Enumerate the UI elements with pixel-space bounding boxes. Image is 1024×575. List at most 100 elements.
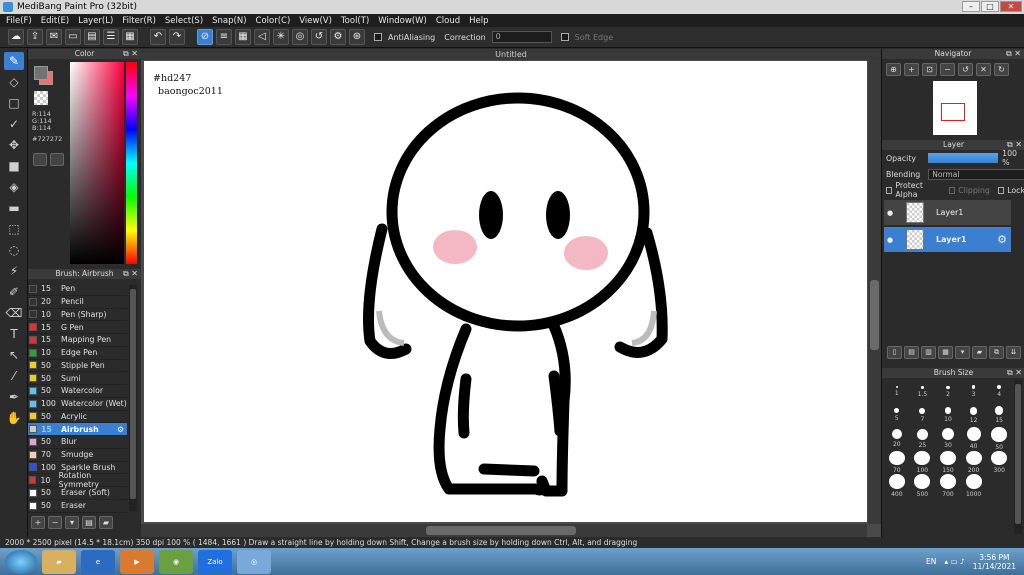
panel-controls-icon[interactable]: ⧉ ✕ — [1007, 140, 1022, 150]
panel-controls-icon[interactable]: ⧉ ✕ — [123, 49, 138, 59]
brush-size-option[interactable]: 7 — [910, 404, 936, 428]
brush-size-option[interactable]: 40 — [961, 427, 987, 451]
fit-icon[interactable]: ⊡ — [922, 63, 937, 76]
explorer-icon[interactable]: ▰ — [42, 549, 76, 574]
canvas-horizontal-scrollbar[interactable] — [141, 524, 867, 537]
layer-settings-icon[interactable]: ⚙ — [997, 233, 1007, 246]
brush-item[interactable]: 15 G Pen — [28, 321, 127, 334]
drawing-canvas[interactable]: #hd247 baongoc2011 — [144, 61, 867, 522]
language-indicator[interactable]: EN — [926, 557, 936, 566]
brush-size-option[interactable]: 100 — [910, 450, 936, 474]
brush-size-option[interactable]: 25 — [910, 427, 936, 451]
new-file-icon[interactable]: ▭ — [65, 29, 81, 45]
redo-icon[interactable]: ↷ — [169, 29, 185, 45]
hand-tool-icon[interactable]: ✋ — [4, 409, 24, 427]
brush-item[interactable]: 10 Edge Pen — [28, 347, 127, 360]
transparent-swatch[interactable] — [34, 91, 48, 105]
move-tool-icon[interactable]: ✥ — [4, 136, 24, 154]
chrome-icon[interactable]: ◎ — [237, 549, 271, 574]
brush-item[interactable]: 100 Watercolor (Wet) — [28, 398, 127, 411]
color-settings-icon[interactable] — [50, 153, 64, 166]
brush-item[interactable]: 15 Mapping Pen — [28, 334, 127, 347]
brush-size-scrollbar[interactable] — [1014, 380, 1022, 534]
select-pen-icon[interactable]: ✐ — [4, 283, 24, 301]
new-halftone-layer-icon[interactable]: ▤ — [904, 346, 919, 359]
brush-item[interactable]: 10 Pen (Sharp) — [28, 309, 127, 322]
new-layer-icon[interactable]: ▯ — [887, 346, 902, 359]
brush-copy-icon[interactable]: ▤ — [82, 516, 96, 529]
layer-item-selected[interactable]: ● Layer1 ⚙ — [884, 227, 1011, 252]
layer-add-menu-icon[interactable]: ▾ — [955, 346, 970, 359]
palette-icon[interactable] — [33, 153, 47, 166]
grid-icon[interactable]: ▦ — [122, 29, 138, 45]
brush-size-option[interactable]: 12 — [961, 404, 987, 428]
rotate-right-icon[interactable]: ↻ — [994, 63, 1009, 76]
maximize-button[interactable]: □ — [981, 1, 999, 12]
menu-help[interactable]: Help — [469, 16, 488, 26]
brush-size-option[interactable]: 500 — [910, 474, 936, 498]
menu-color[interactable]: Color(C) — [256, 16, 291, 26]
layer-item[interactable]: ● Layer1 — [884, 200, 1011, 225]
zoom-in-icon[interactable]: ⊕ — [886, 63, 901, 76]
upload-icon[interactable]: ⇪ — [27, 29, 43, 45]
duplicate-layer-icon[interactable]: ⧉ — [989, 346, 1004, 359]
brush-size-option[interactable]: 4 — [986, 380, 1012, 404]
menu-select[interactable]: Select(S) — [165, 16, 203, 26]
brush-size-option[interactable]: 20 — [884, 427, 910, 451]
brush-size-option[interactable]: 1 — [884, 380, 910, 404]
menu-file[interactable]: File(F) — [6, 16, 32, 26]
brush-size-option[interactable]: 1000 — [961, 474, 987, 498]
zoom-out-icon[interactable]: − — [940, 63, 955, 76]
merge-layer-icon[interactable]: ⇊ — [1006, 346, 1021, 359]
undo-icon[interactable]: ↶ — [150, 29, 166, 45]
brush-tool-icon[interactable]: ✎ — [4, 52, 24, 70]
dot-tool-icon[interactable]: □ — [4, 94, 24, 112]
layer-folder-icon[interactable]: ▰ — [972, 346, 987, 359]
brush-item[interactable]: 20 Pencil — [28, 296, 127, 309]
menu-tool[interactable]: Tool(T) — [341, 16, 369, 26]
vanish-snap-icon[interactable]: ◁ — [254, 29, 270, 45]
minimize-button[interactable]: – — [962, 1, 980, 12]
comment-icon[interactable]: ✉ — [46, 29, 62, 45]
ie-icon[interactable]: e — [81, 549, 115, 574]
brush-size-option[interactable]: 30 — [935, 427, 961, 451]
brush-item[interactable]: 15 Pen — [28, 283, 127, 296]
radial-snap-icon[interactable]: ✳ — [273, 29, 289, 45]
brush-size-option[interactable]: 2 — [935, 380, 961, 404]
clock[interactable]: 3:56 PM 11/14/2021 — [973, 553, 1016, 571]
circle-snap-icon[interactable]: ◎ — [292, 29, 308, 45]
brush-item[interactable]: 10 Rotation Symmetry — [28, 471, 127, 489]
text-tool-icon[interactable]: T — [4, 325, 24, 343]
gradient-tool-icon[interactable]: ▬ — [4, 199, 24, 217]
delete-brush-icon[interactable]: − — [48, 516, 62, 529]
protect-alpha-checkbox[interactable] — [886, 186, 893, 194]
zoom-plus-icon[interactable]: + — [904, 63, 919, 76]
brush-item[interactable]: 15 Airbrush ⚙ — [28, 423, 127, 436]
menu-snap[interactable]: Snap(N) — [212, 16, 246, 26]
select-tool-icon[interactable]: ⬚ — [4, 220, 24, 238]
clipping-checkbox[interactable] — [948, 186, 956, 194]
hue-slider[interactable] — [126, 62, 137, 264]
eyedropper-icon[interactable]: ✒ — [4, 388, 24, 406]
brush-size-option[interactable]: 3 — [961, 380, 987, 404]
navigator-viewport-rect[interactable] — [941, 103, 965, 121]
list-icon[interactable]: ☰ — [103, 29, 119, 45]
menu-view[interactable]: View(V) — [299, 16, 332, 26]
brush-size-option[interactable]: 400 — [884, 474, 910, 498]
main-color-swatch[interactable] — [34, 66, 48, 80]
document-tab[interactable]: Untitled — [141, 49, 881, 60]
menu-filter[interactable]: Filter(R) — [122, 16, 156, 26]
tray-icons[interactable]: ▴ ▭ ♪ — [944, 557, 964, 566]
menu-layer[interactable]: Layer(L) — [78, 16, 113, 26]
brush-size-option[interactable]: 15 — [986, 404, 1012, 428]
brush-size-option[interactable]: 10 — [935, 404, 961, 428]
visibility-icon[interactable]: ● — [884, 209, 896, 217]
brush-item[interactable]: 50 Stipple Pen — [28, 360, 127, 373]
curve-snap-icon[interactable]: ↺ — [311, 29, 327, 45]
soft-edge-checkbox[interactable] — [560, 33, 569, 41]
eraser-tool-icon[interactable]: ◇ — [4, 73, 24, 91]
settings-icon[interactable]: ⚙ — [330, 29, 346, 45]
correction-select[interactable]: 0 — [491, 31, 552, 43]
page-icon[interactable]: ▤ — [84, 29, 100, 45]
brush-menu-icon[interactable]: ▾ — [65, 516, 79, 529]
